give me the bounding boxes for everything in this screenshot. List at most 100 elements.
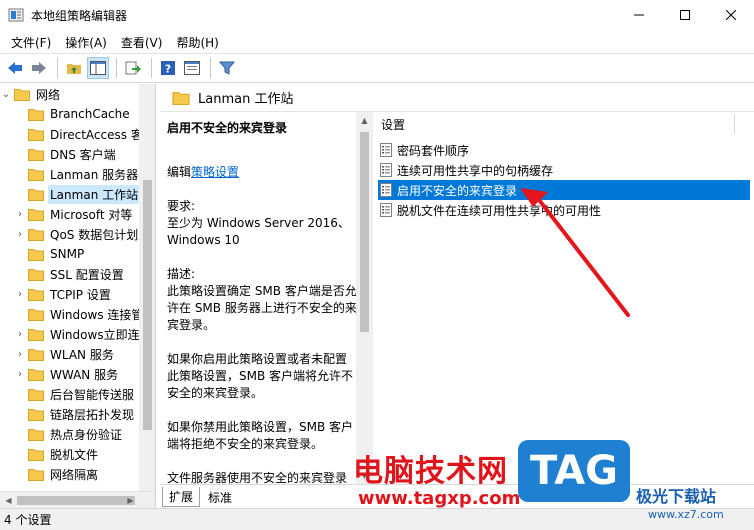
tree-item[interactable]: › Microsoft 对等 bbox=[14, 204, 134, 224]
tree-item[interactable]: BranchCache bbox=[14, 104, 132, 124]
expand-icon[interactable]: › bbox=[14, 284, 26, 304]
edit-prefix: 编辑 bbox=[167, 165, 192, 179]
tree-item-label: DirectAccess 客 bbox=[50, 127, 143, 142]
menu-file[interactable]: 文件(F) bbox=[4, 34, 58, 51]
scroll-right-icon[interactable]: ▶ bbox=[122, 492, 139, 508]
tree-vertical-scrollbar[interactable] bbox=[139, 84, 155, 491]
tab-extended[interactable]: 扩展 bbox=[162, 487, 201, 507]
tab-standard[interactable]: 标准 bbox=[202, 487, 238, 507]
watermark-site: 极光下载站 bbox=[636, 487, 717, 506]
title-bar: 本地组策略编辑器 bbox=[0, 0, 754, 30]
up-folder-button[interactable] bbox=[63, 57, 85, 79]
tree-item[interactable]: › TCPIP 设置 bbox=[14, 284, 113, 304]
expand-icon[interactable]: › bbox=[14, 204, 26, 224]
back-icon bbox=[8, 62, 22, 74]
tree-item[interactable]: › WLAN 服务 bbox=[14, 344, 116, 364]
tree-item[interactable]: › Windows立即连 bbox=[14, 324, 142, 344]
policy-setting-icon bbox=[380, 203, 392, 217]
tree-item[interactable]: SNMP bbox=[14, 244, 86, 264]
setting-label: 启用不安全的来宾登录 bbox=[397, 183, 518, 198]
tree-item[interactable]: 网络隔离 bbox=[14, 464, 100, 484]
scrollbar-thumb[interactable] bbox=[360, 132, 369, 332]
folder-icon bbox=[28, 468, 44, 481]
expand-icon[interactable]: › bbox=[14, 224, 26, 244]
folder-icon bbox=[28, 408, 44, 421]
tree-item-label: Lanman 工作站 bbox=[48, 184, 141, 204]
tree-item-label: SNMP bbox=[50, 247, 85, 261]
tree-item[interactable]: DNS 客户端 bbox=[14, 144, 118, 164]
tree-item[interactable]: 后台智能传送服 bbox=[14, 384, 136, 404]
show-hide-tree-button[interactable] bbox=[87, 57, 109, 79]
policy-title: 启用不安全的来宾登录 bbox=[167, 121, 288, 135]
expand-icon[interactable]: › bbox=[14, 344, 26, 364]
tree-item-label: TCPIP 设置 bbox=[50, 287, 111, 302]
setting-row[interactable]: 密码套件顺序 bbox=[378, 140, 750, 160]
tree-item-network[interactable]: ⌄ 网络 bbox=[0, 84, 62, 104]
more-text: 文件服务器使用不安全的来宾登录允许对共享文件夹进行未经身份验证的访问。 bbox=[167, 471, 348, 484]
menu-help[interactable]: 帮助(H) bbox=[169, 34, 225, 51]
description-label: 描述: bbox=[167, 267, 196, 281]
tree-item-label: 脱机文件 bbox=[50, 447, 99, 462]
setting-row[interactable]: 启用不安全的来宾登录 bbox=[378, 180, 750, 200]
setting-label: 密码套件顺序 bbox=[397, 143, 470, 158]
window-title: 本地组策略编辑器 bbox=[31, 8, 128, 23]
tree-item[interactable]: Lanman 工作站 bbox=[14, 184, 141, 204]
folder-icon bbox=[28, 348, 44, 361]
tree-item[interactable]: › QoS 数据包计划 bbox=[14, 224, 140, 244]
description-scrollbar[interactable]: ▲ ▼ bbox=[356, 112, 373, 484]
filter-button[interactable] bbox=[216, 57, 238, 79]
minimize-icon bbox=[634, 14, 644, 16]
edit-policy-link[interactable]: 策略设置 bbox=[191, 165, 239, 179]
menu-view[interactable]: 查看(V) bbox=[114, 34, 170, 51]
tree-item[interactable]: 脱机文件 bbox=[14, 444, 100, 464]
collapse-icon[interactable]: ⌄ bbox=[0, 84, 12, 104]
setting-row[interactable]: 脱机文件在连续可用性共享中的可用性 bbox=[378, 200, 750, 220]
expand-icon[interactable]: › bbox=[14, 324, 26, 344]
export-list-button[interactable] bbox=[122, 57, 144, 79]
watermark-tag-text: TAG bbox=[530, 448, 618, 494]
tree-horizontal-scrollbar[interactable]: ◀ ▶ bbox=[0, 491, 155, 508]
tree-item-label: 热点身份验证 bbox=[50, 427, 123, 442]
tree-item[interactable]: 链路层拓扑发现 bbox=[14, 404, 136, 424]
scroll-up-icon[interactable]: ▲ bbox=[356, 112, 373, 129]
list-column-header[interactable]: 设置 bbox=[375, 112, 754, 136]
tree-item[interactable]: Lanman 服务器 bbox=[14, 164, 140, 184]
tree-item-label: SSL 配置设置 bbox=[50, 267, 124, 282]
close-button[interactable] bbox=[708, 0, 754, 30]
tree-item-label: 链路层拓扑发现 bbox=[50, 407, 135, 422]
folder-icon bbox=[28, 368, 44, 381]
maximize-button[interactable] bbox=[662, 0, 708, 30]
tree-item[interactable]: SSL 配置设置 bbox=[14, 264, 126, 284]
setting-row[interactable]: 连续可用性共享中的句柄缓存 bbox=[378, 160, 750, 180]
back-button[interactable] bbox=[4, 57, 26, 79]
watermark-url: www.tagxp.com bbox=[358, 488, 521, 509]
scrollbar-thumb[interactable] bbox=[143, 180, 152, 430]
tree-item-label: 后台智能传送服 bbox=[50, 387, 135, 402]
tree-item-label: WWAN 服务 bbox=[50, 367, 119, 382]
description-block: 描述: 此策略设置确定 SMB 客户端是否允许在 SMB 服务器上进行不安全的来… bbox=[167, 266, 357, 334]
forward-button[interactable] bbox=[28, 57, 50, 79]
tree-item[interactable]: 热点身份验证 bbox=[14, 424, 124, 444]
tree-view[interactable]: ⌄ 网络 BranchCache DirectAccess 客 DNS 客户端 Lan… bbox=[0, 84, 155, 491]
scrollbar-thumb[interactable] bbox=[17, 496, 135, 505]
tree-item-label: 网络隔离 bbox=[50, 467, 99, 482]
minimize-button[interactable] bbox=[616, 0, 662, 30]
tree-item[interactable]: › WWAN 服务 bbox=[14, 364, 120, 384]
view-pane-button[interactable] bbox=[181, 57, 203, 79]
details-pane: Lanman 工作站 启用不安全的来宾登录 编辑策略设置 要求: 至少为 Win… bbox=[160, 84, 754, 508]
tree-item[interactable]: DirectAccess 客 bbox=[14, 124, 145, 144]
tree-item[interactable]: Windows 连接管 bbox=[14, 304, 145, 324]
svg-text:?: ? bbox=[165, 63, 171, 76]
requirements-block: 要求: 至少为 Windows Server 2016、Windows 10 bbox=[167, 198, 357, 249]
menu-action[interactable]: 操作(A) bbox=[58, 34, 114, 51]
help-button[interactable]: ? bbox=[157, 57, 179, 79]
expand-icon[interactable]: › bbox=[14, 364, 26, 384]
scroll-left-icon[interactable]: ◀ bbox=[0, 492, 17, 508]
disabled-text: 如果你禁用此策略设置，SMB 客户端将拒绝不安全的来宾登录。 bbox=[167, 420, 354, 451]
